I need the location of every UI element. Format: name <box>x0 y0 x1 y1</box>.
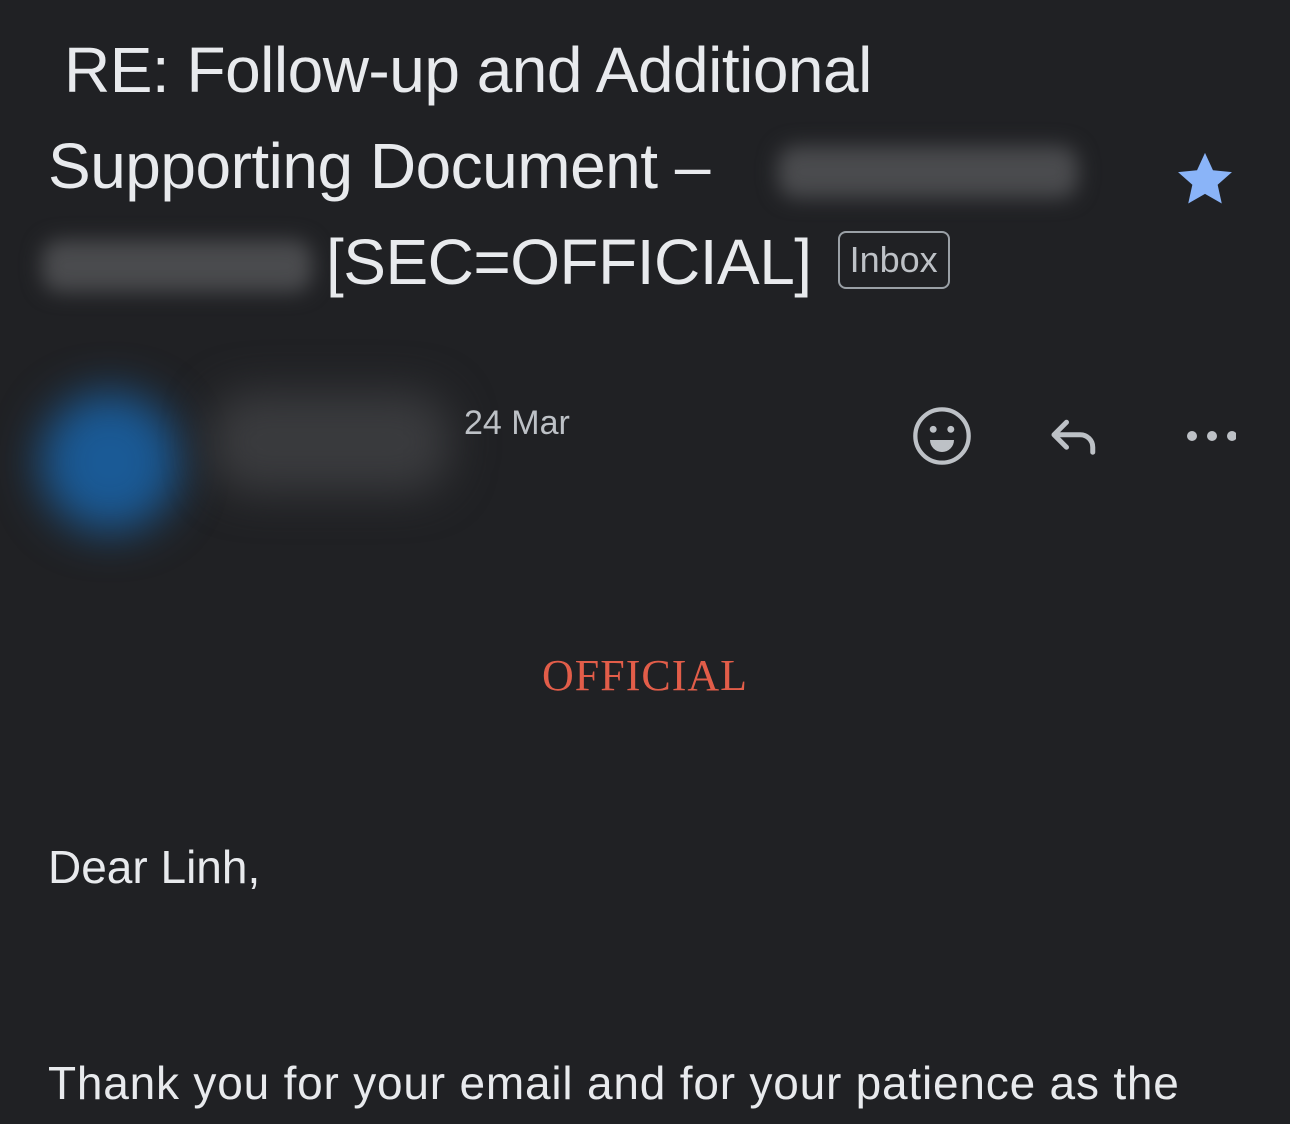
email-body-line: Thank you for your email and for your pa… <box>48 1057 1180 1109</box>
inbox-label-badge[interactable]: Inbox <box>837 231 950 290</box>
subject-line-2: Supporting Document – <box>48 118 1128 214</box>
subject-line-3-text: [SEC=OFFICIAL] <box>326 226 812 298</box>
reply-icon[interactable] <box>1038 400 1110 472</box>
email-date: 24 Mar <box>464 404 570 442</box>
redacted-sender-name <box>210 392 450 492</box>
emoji-reaction-icon[interactable] <box>906 400 978 472</box>
more-options-icon[interactable] <box>1170 400 1242 472</box>
subject-line-2-text: Supporting Document – <box>48 130 710 202</box>
classification-banner: OFFICIAL <box>541 651 749 700</box>
redacted-subject-part <box>778 146 1078 198</box>
email-greeting: Dear Linh, <box>48 841 261 893</box>
subject-line-3: [SEC=OFFICIAL] Inbox <box>42 214 1128 310</box>
sender-avatar[interactable] <box>40 392 180 532</box>
email-subject: RE: Follow-up and Additional Supporting … <box>42 22 1128 310</box>
subject-line-1: RE: Follow-up and Additional <box>64 34 872 106</box>
star-icon[interactable] <box>1172 146 1238 212</box>
redacted-subject-part <box>42 240 312 292</box>
